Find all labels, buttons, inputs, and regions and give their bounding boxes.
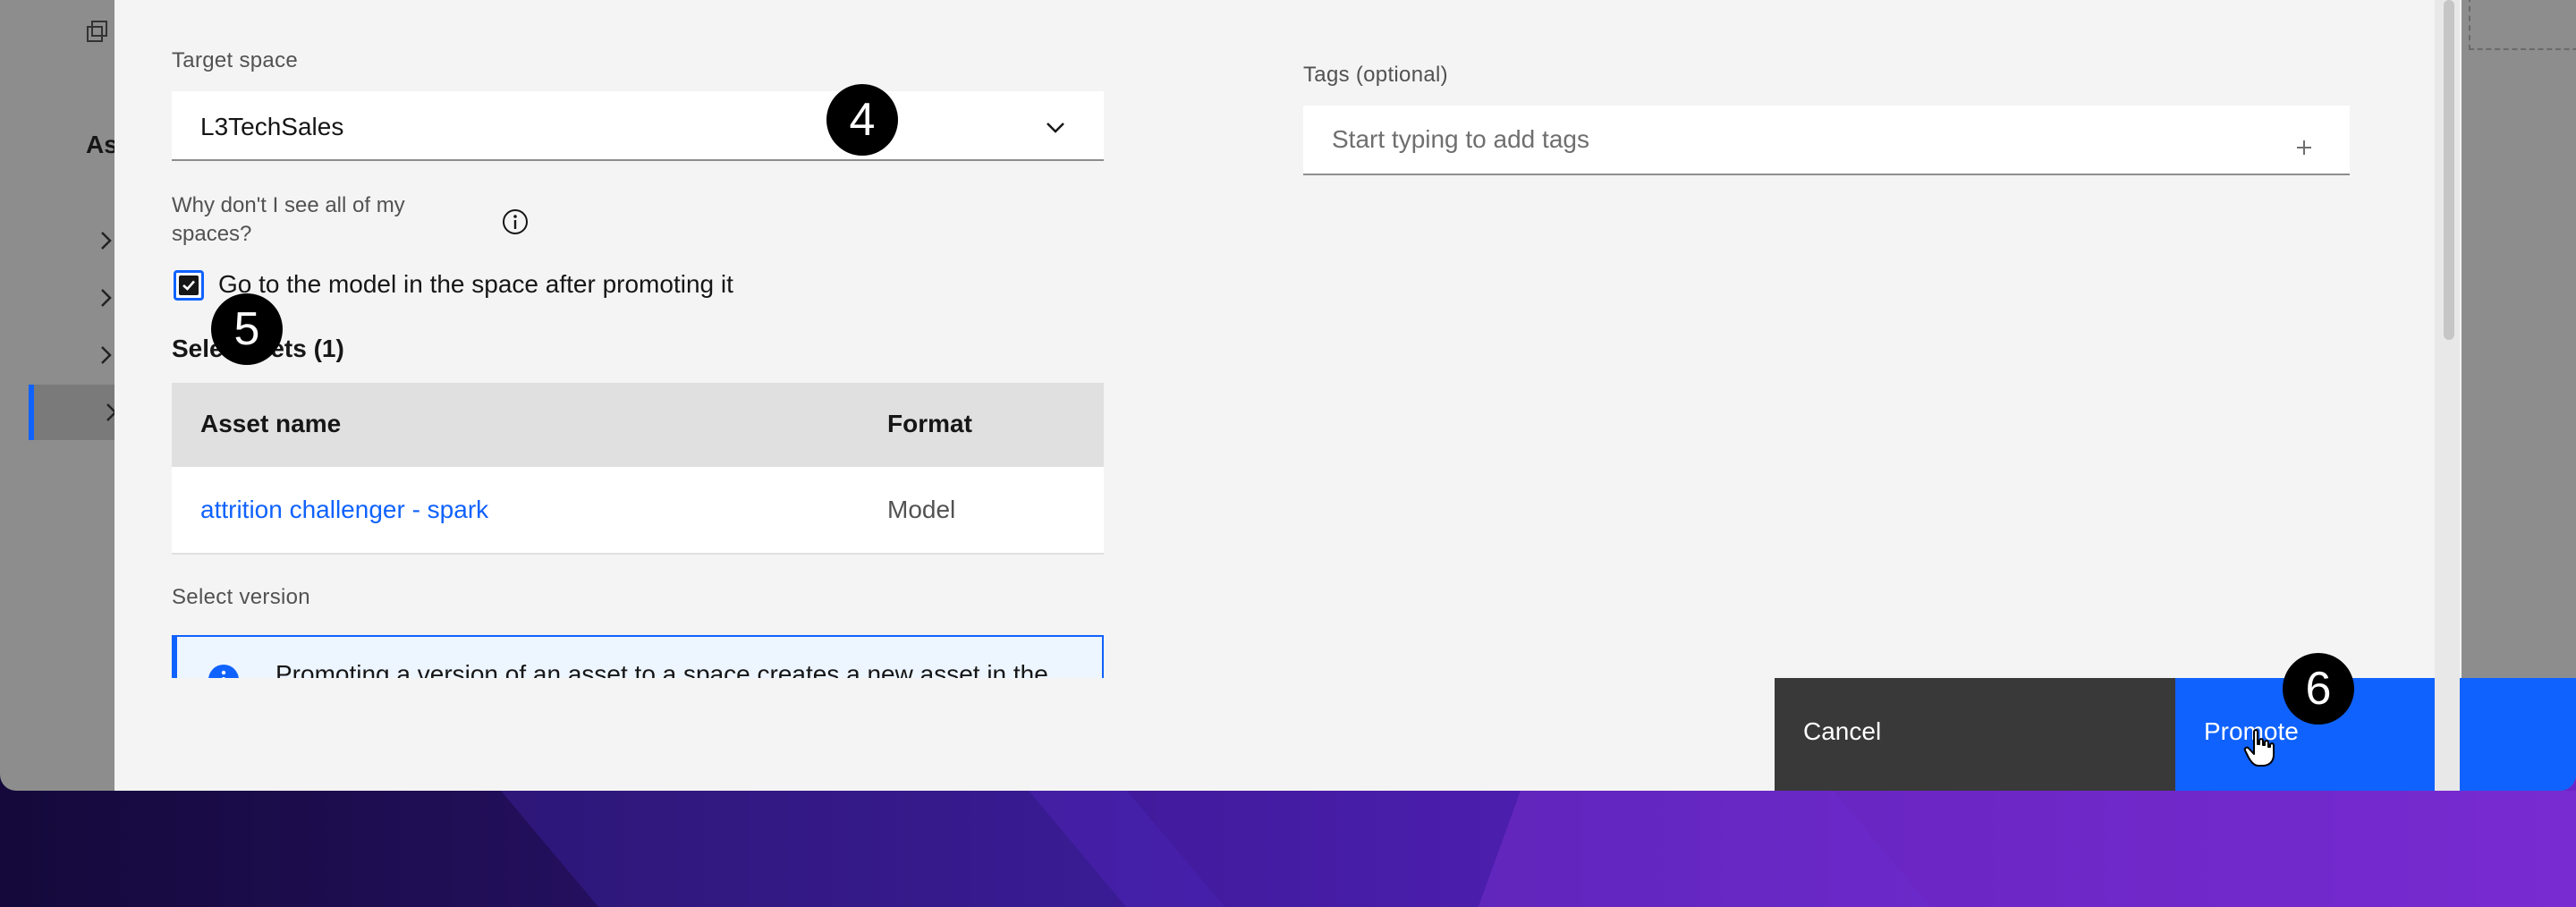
- hand-pointer-icon: [2243, 729, 2275, 767]
- cancel-button[interactable]: Cancel: [1775, 678, 2175, 791]
- step-badge-5: 5: [211, 293, 283, 365]
- step-badge-4: 4: [826, 84, 898, 156]
- table-header-row: Asset name Format: [172, 383, 1104, 467]
- selected-assets-table: Asset name Format attrition challenger -…: [172, 383, 1104, 555]
- checkbox-checked: [179, 275, 199, 295]
- go-to-model-checkbox-label[interactable]: Go to the model in the space after promo…: [218, 270, 733, 299]
- app-window: As Target space L3TechSales Why don't I …: [0, 0, 2576, 791]
- info-icon[interactable]: [501, 208, 530, 236]
- column-header-asset-name: Asset name: [200, 410, 342, 437]
- tags-label: Tags (optional): [1303, 63, 1448, 87]
- background-dropzone: [2469, 0, 2576, 50]
- target-space-select[interactable]: L3TechSales: [172, 91, 1104, 161]
- chevron-down-icon: [1046, 123, 1064, 133]
- background-row[interactable]: [29, 270, 118, 326]
- asset-format: Model: [887, 496, 956, 523]
- tags-input[interactable]: Start typing to add tags: [1303, 106, 2350, 175]
- asset-name-link[interactable]: attrition challenger - spark: [200, 496, 488, 524]
- background-row[interactable]: [29, 327, 118, 383]
- target-space-label: Target space: [172, 48, 299, 72]
- column-header-format: Format: [887, 410, 972, 437]
- go-to-model-checkbox[interactable]: [174, 270, 204, 301]
- step-badge-6: 6: [2283, 653, 2354, 725]
- background-row[interactable]: [29, 213, 118, 268]
- select-version-label: Select version: [172, 585, 310, 609]
- plus-icon[interactable]: [2294, 138, 2314, 157]
- scrollbar-thumb[interactable]: [2444, 0, 2454, 340]
- target-space-value: L3TechSales: [200, 113, 344, 140]
- tags-placeholder: Start typing to add tags: [1332, 125, 1589, 153]
- table-row: attrition challenger - spark Model: [172, 467, 1104, 555]
- background-section-title: As: [86, 131, 118, 158]
- promote-modal: Target space L3TechSales Why don't I see…: [114, 0, 2576, 791]
- copy-icon: [87, 21, 107, 42]
- wallpaper-band: [1478, 791, 2576, 907]
- promote-button[interactable]: Promote: [2175, 678, 2576, 791]
- background-row-active[interactable]: [29, 385, 123, 440]
- checkmark-icon: [182, 280, 195, 291]
- notification-text: Promoting a version of an asset to a spa…: [275, 660, 1048, 678]
- why-spaces-text: Why don't I see all of my spaces?: [172, 193, 405, 246]
- info-filled-icon: [208, 665, 239, 678]
- info-notification: Promoting a version of an asset to a spa…: [172, 635, 1104, 678]
